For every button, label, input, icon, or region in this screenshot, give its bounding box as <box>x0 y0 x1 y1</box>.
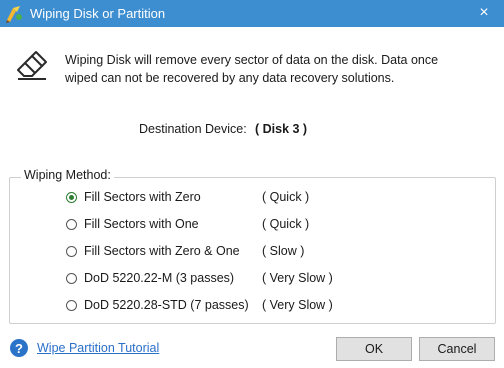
radio-dod-3-pass[interactable] <box>66 272 77 284</box>
close-icon[interactable]: × <box>474 3 494 23</box>
option-speed: ( Very Slow ) <box>262 298 333 312</box>
help-icon[interactable]: ? <box>10 339 28 357</box>
option-speed: ( Slow ) <box>262 244 305 258</box>
radio-fill-one[interactable] <box>66 218 77 230</box>
option-fill-one[interactable]: Fill Sectors with One <box>66 215 199 233</box>
app-icon <box>3 3 25 25</box>
option-label: Fill Sectors with One <box>84 217 199 231</box>
destination-value: ( Disk 3 ) <box>255 122 308 136</box>
cancel-button[interactable]: Cancel <box>419 337 495 361</box>
warning-line-2: wiped can not be recovered by any data r… <box>65 71 395 85</box>
radio-dod-7-pass[interactable] <box>66 299 77 311</box>
eraser-icon <box>14 46 50 82</box>
option-label: Fill Sectors with Zero <box>84 190 201 204</box>
option-label: DoD 5220.22-M (3 passes) <box>84 271 235 285</box>
radio-fill-zero[interactable] <box>66 191 77 203</box>
option-label: DoD 5220.28-STD (7 passes) <box>84 298 249 312</box>
option-speed: ( Quick ) <box>262 190 310 204</box>
option-dod-3-pass[interactable]: DoD 5220.22-M (3 passes) <box>66 269 234 287</box>
title-bar: Wiping Disk or Partition × <box>0 0 504 27</box>
option-fill-zero-one[interactable]: Fill Sectors with Zero & One <box>66 242 240 260</box>
radio-fill-zero-one[interactable] <box>66 245 77 257</box>
warning-line-1: Wiping Disk will remove every sector of … <box>65 53 439 67</box>
option-speed: ( Very Slow ) <box>262 271 333 285</box>
warning-message: Wiping Disk will remove every sector of … <box>65 51 485 87</box>
destination-label: Destination Device: <box>139 122 247 136</box>
wiping-method-legend: Wiping Method: <box>21 168 114 182</box>
ok-button[interactable]: OK <box>336 337 412 361</box>
option-fill-zero[interactable]: Fill Sectors with Zero <box>66 188 201 206</box>
window-title: Wiping Disk or Partition <box>30 6 166 21</box>
option-label: Fill Sectors with Zero & One <box>84 244 240 258</box>
option-speed: ( Quick ) <box>262 217 310 231</box>
wipe-partition-tutorial-link[interactable]: Wipe Partition Tutorial <box>37 341 159 355</box>
option-dod-7-pass[interactable]: DoD 5220.28-STD (7 passes) <box>66 296 249 314</box>
